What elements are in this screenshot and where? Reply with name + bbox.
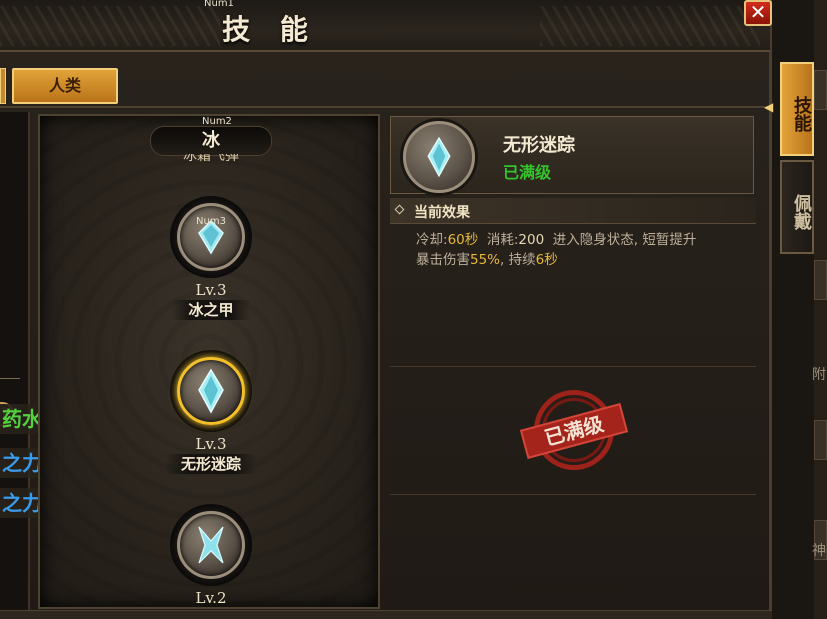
divider: [390, 494, 756, 495]
tab-pointer-icon: ◀: [764, 100, 774, 114]
side-tab-equip[interactable]: 佩戴: [780, 160, 814, 254]
cooldown-value: 60秒: [447, 232, 479, 248]
skill-level: Lv.3: [195, 281, 227, 299]
bottom-border: [0, 610, 772, 619]
skill-list-panel[interactable]: Num2 冰 冰霜飞弹 Num3 Lv.3 冰之甲 Lv.3 无形迷踪 Lv.2: [38, 114, 380, 609]
skill-name: 冰之甲: [172, 300, 250, 320]
side-tab-skills[interactable]: 技能: [780, 62, 814, 156]
tab-previous[interactable]: [0, 68, 6, 104]
diamond-bullet-icon: [394, 204, 405, 215]
skill-name: 无形迷踪: [164, 454, 257, 474]
left-panel: ?: [0, 112, 30, 618]
crit-value: 55%: [470, 252, 501, 268]
cooldown-label: 冷却:: [416, 232, 448, 248]
skill-detail-icon: [403, 121, 475, 193]
cost-label: 消耗:: [486, 232, 519, 248]
skill-detail-name: 无形迷踪: [503, 135, 575, 156]
divider: [0, 106, 770, 108]
skill-detail-header: 无形迷踪 已满级: [390, 116, 754, 194]
current-effect-title: 当前效果: [414, 205, 470, 221]
skill-slot-invisible-trail[interactable]: Lv.3 无形迷踪: [151, 350, 271, 474]
skill-level-status: 已满级: [503, 163, 552, 182]
max-level-stamp: 已满级: [519, 386, 629, 476]
skill-orb[interactable]: [170, 504, 252, 586]
close-button[interactable]: ✕: [744, 0, 772, 26]
ice-crystal-icon: [198, 368, 224, 414]
skill-level: Lv.3: [195, 435, 227, 453]
skill-orb[interactable]: [170, 350, 252, 432]
ice-crystal-icon: [427, 136, 451, 178]
skill-window: Num1 技 能 人类 ? 药水×1 之力×4 之力×2 Num2 冰 冰霜飞弹: [0, 0, 772, 619]
skill-name-cut: 冰霜飞弹: [183, 154, 239, 162]
hotkey-label-num3: Num3: [196, 216, 226, 227]
background-glyph: 神: [812, 543, 826, 559]
effect-text: 进入隐身状态, 短暂提升: [552, 232, 697, 248]
skill-slot-ice-armor[interactable]: Num3 Lv.3 冰之甲: [151, 196, 271, 320]
cost-value: 200: [518, 232, 545, 248]
reward-name: 之力: [2, 451, 42, 475]
skill-level: Lv.2: [195, 589, 227, 607]
current-effect-header: 当前效果: [390, 198, 756, 224]
effect-text: , 持续: [500, 252, 536, 268]
left-divider: [0, 378, 20, 379]
window-title: 技 能: [222, 13, 318, 46]
duration-value: 6秒: [535, 252, 558, 268]
background-side-strip: [814, 0, 827, 619]
divider: [390, 366, 756, 367]
tab-race-human[interactable]: 人类: [12, 68, 118, 104]
background-glyph: 附: [812, 367, 826, 383]
effect-text: 暴击伤害: [416, 252, 470, 268]
title-bar: Num1 技 能: [0, 0, 770, 52]
ice-shard-icon: [198, 526, 224, 564]
current-effect-description: 冷却:60秒 消耗:200 进入隐身状态, 短暂提升 暴击伤害55%, 持续6秒: [416, 230, 756, 270]
skill-slot-ice-shard[interactable]: Lv.2: [151, 504, 271, 606]
reward-name: 之力: [2, 491, 42, 515]
reward-name: 药水: [2, 407, 42, 431]
title-ornament-right: [540, 6, 760, 46]
skill-orb[interactable]: Num3: [170, 196, 252, 278]
skill-category-label: 冰: [150, 126, 272, 156]
